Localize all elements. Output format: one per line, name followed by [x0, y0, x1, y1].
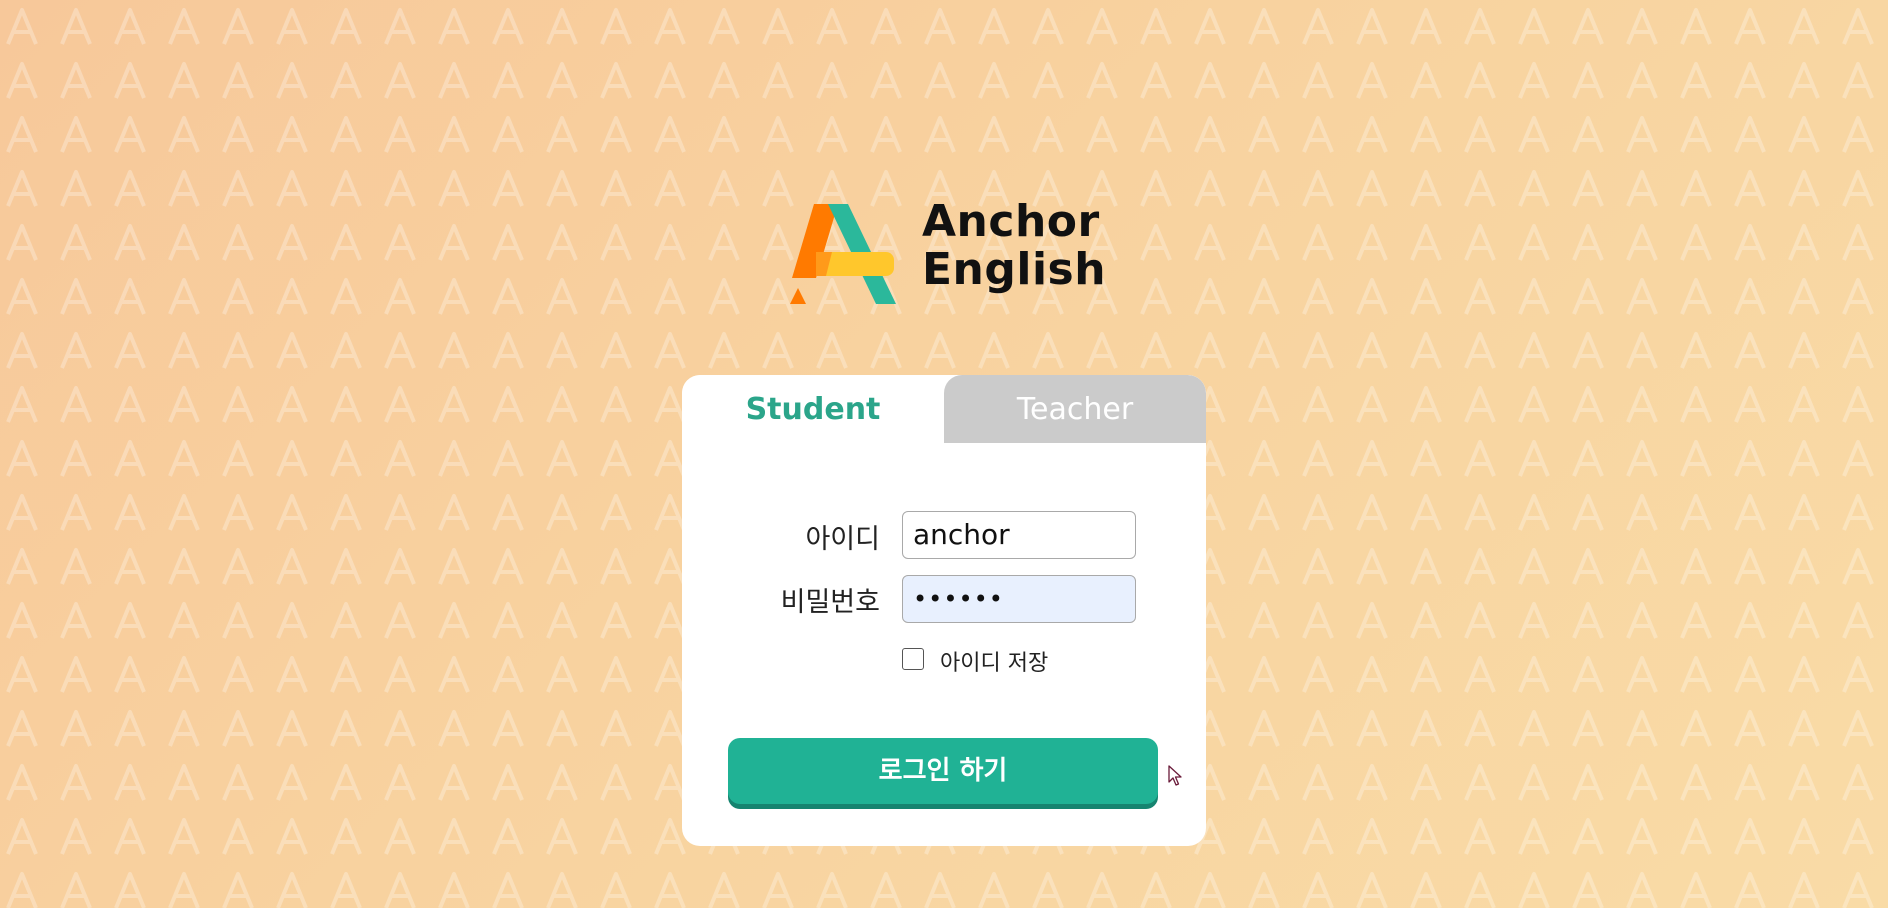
anchor-logo-icon — [790, 204, 896, 304]
tab-student[interactable]: Student — [682, 375, 944, 443]
password-input[interactable]: •••••• — [902, 575, 1136, 623]
role-tabs: Student Teacher — [682, 375, 1206, 443]
remember-id-label[interactable]: 아이디 저장 — [940, 645, 1048, 677]
login-button[interactable]: 로그인 하기 — [728, 738, 1158, 804]
brand-name-line2: English — [922, 244, 1107, 295]
tab-teacher[interactable]: Teacher — [944, 375, 1206, 443]
brand-name-line1: Anchor — [922, 196, 1100, 247]
id-label: 아이디 — [805, 524, 880, 555]
login-card: Student Teacher 아이디 anchor 비밀번호 •••••• 아… — [682, 375, 1206, 846]
brand-logo: Anchor English — [786, 198, 1106, 310]
mouse-cursor-icon — [1168, 765, 1182, 786]
remember-id-checkbox[interactable] — [902, 648, 924, 670]
id-input[interactable]: anchor — [902, 511, 1136, 559]
password-label: 비밀번호 — [780, 587, 880, 618]
